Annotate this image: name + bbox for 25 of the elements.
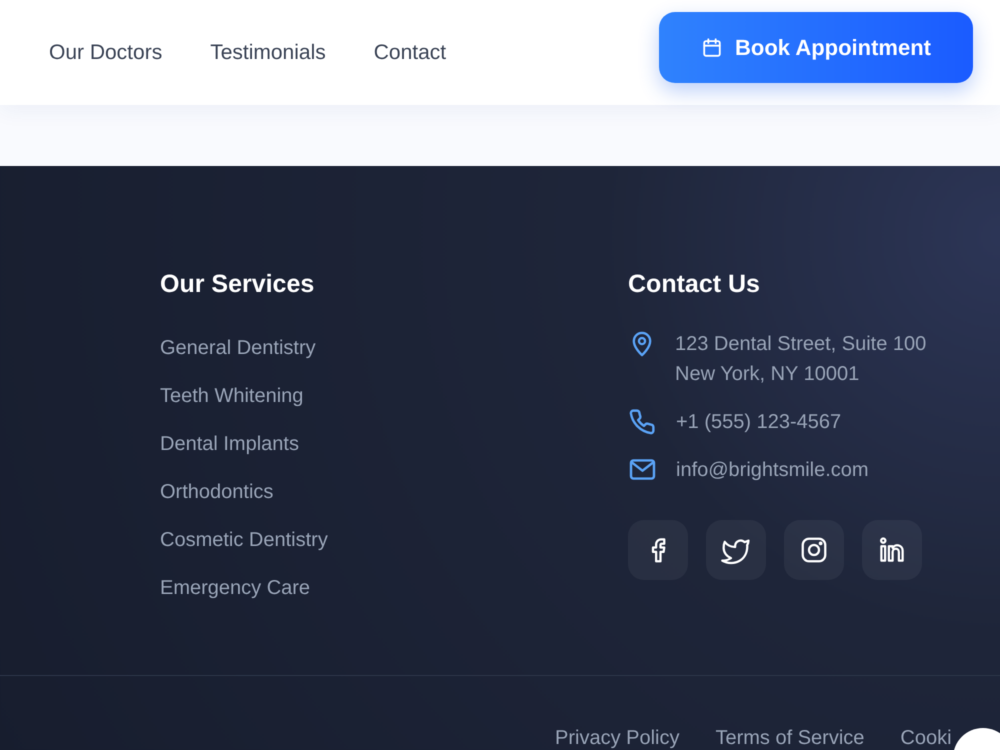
footer-link[interactable]: Cooki — [900, 728, 952, 748]
book-appointment-button[interactable]: Book Appointment — [659, 12, 973, 83]
instagram-icon — [799, 535, 829, 565]
address-text: 123 Dental Street, Suite 100 New York, NY 10001 — [675, 332, 926, 387]
section-heading: Contact Us — [628, 269, 760, 299]
nav-link[interactable]: Testimonials — [210, 42, 326, 63]
phone-number[interactable]: +1 (555) 123-4567 — [676, 407, 842, 437]
footer-link[interactable]: Privacy Policy — [555, 728, 680, 748]
nav-link[interactable]: Contact — [374, 42, 446, 63]
social-button[interactable] — [784, 520, 844, 580]
footer-link[interactable]: Terms of Service — [715, 728, 864, 748]
nav-link[interactable]: Our Doctors — [49, 42, 162, 63]
social-button[interactable] — [862, 520, 922, 580]
service-link[interactable]: Emergency Care — [160, 573, 310, 603]
section-heading: Our Services — [160, 269, 314, 299]
service-link[interactable]: Teeth Whitening — [160, 381, 304, 411]
social-button[interactable] — [706, 520, 766, 580]
service-link[interactable]: Dental Implants — [160, 429, 299, 459]
calendar-icon — [701, 36, 724, 58]
phone-icon — [628, 407, 657, 436]
email-address[interactable]: info@brightsmile.com — [676, 455, 869, 485]
social-button[interactable] — [628, 520, 688, 580]
service-link[interactable]: Orthodontics — [160, 477, 274, 507]
service-link[interactable]: General Dentistry — [160, 333, 316, 363]
service-link[interactable]: Cosmetic Dentistry — [160, 525, 328, 555]
